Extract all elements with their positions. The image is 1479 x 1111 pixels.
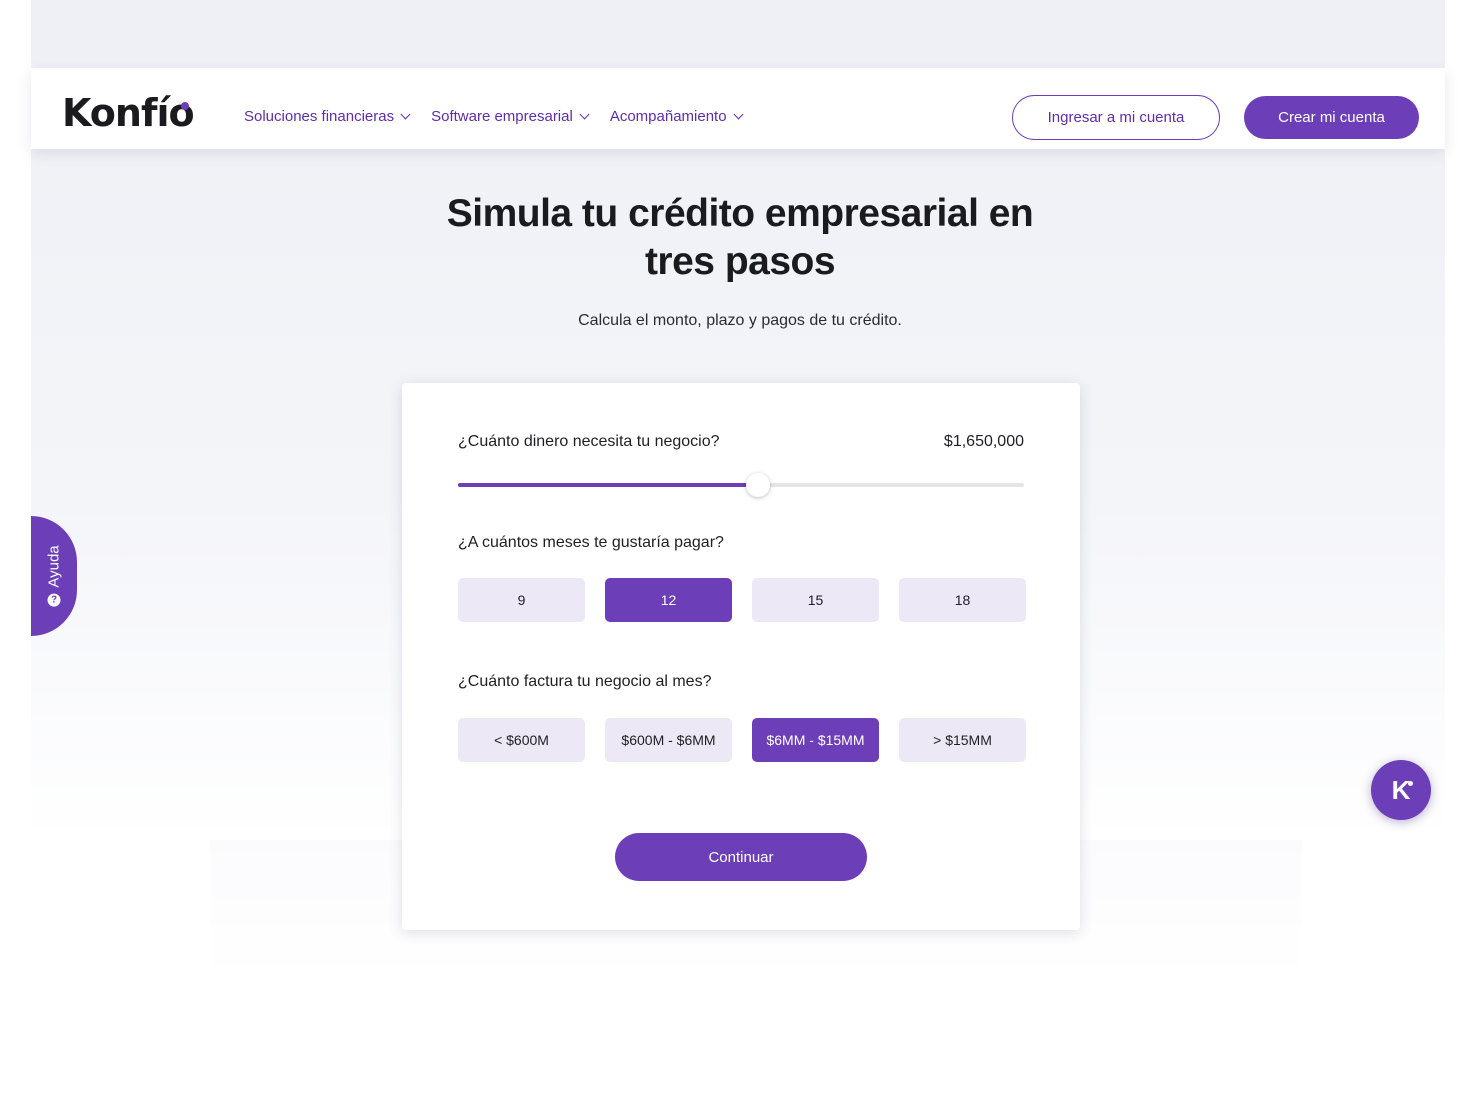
chevron-down-icon xyxy=(733,109,744,120)
nav-label: Soluciones financieras xyxy=(244,108,395,125)
amount-value: $1,650,000 xyxy=(943,433,1024,450)
question-icon: ? xyxy=(47,593,61,607)
revenue-option-6mm-15mm[interactable]: $6MM - $15MM xyxy=(752,718,879,762)
nav-soluciones-financieras[interactable]: Soluciones financieras xyxy=(244,108,411,125)
months-option-12[interactable]: 12 xyxy=(605,578,732,622)
nav-acompanamiento[interactable]: Acompañamiento xyxy=(609,108,744,125)
login-button[interactable]: Ingresar a mi cuenta xyxy=(1012,95,1220,140)
chat-button[interactable]: K xyxy=(1371,760,1431,820)
revenue-options: < $600M $600M - $6MM $6MM - $15MM > $15M… xyxy=(458,718,1026,762)
top-navbar: Konfío Soluciones financieras Software e… xyxy=(31,68,1445,149)
help-label-wrap: ? Ayuda xyxy=(45,545,63,607)
slider-thumb[interactable] xyxy=(745,473,770,497)
continue-button[interactable]: Continuar xyxy=(615,833,867,881)
amount-slider[interactable] xyxy=(458,473,1024,497)
amount-question: ¿Cuánto dinero necesita tu negocio? xyxy=(458,433,720,450)
logo-dot xyxy=(181,102,189,110)
months-question: ¿A cuántos meses te gustaría pagar? xyxy=(458,534,724,551)
slider-fill xyxy=(458,483,758,487)
main-nav: Soluciones financieras Software empresar… xyxy=(244,108,744,125)
konfio-logo[interactable]: Konfío xyxy=(62,94,195,132)
signup-button[interactable]: Crear mi cuenta xyxy=(1244,96,1419,139)
page-subtitle: Calcula el monto, plazo y pagos de tu cr… xyxy=(578,312,902,329)
konfio-k-icon: K xyxy=(1391,774,1411,805)
months-option-9[interactable]: 9 xyxy=(458,578,585,622)
months-option-15[interactable]: 15 xyxy=(752,578,879,622)
months-option-18[interactable]: 18 xyxy=(899,578,1026,622)
page-title: Simula tu crédito empresarial en tres pa… xyxy=(446,192,1034,283)
revenue-option-600m-6mm[interactable]: $600M - $6MM xyxy=(605,718,732,762)
nav-label: Software empresarial xyxy=(431,108,573,125)
chevron-down-icon xyxy=(579,109,590,120)
chevron-down-icon xyxy=(400,109,411,120)
months-options: 9 12 15 18 xyxy=(458,578,1026,622)
revenue-option-over-15mm[interactable]: > $15MM xyxy=(899,718,1026,762)
nav-label: Acompañamiento xyxy=(609,108,727,125)
revenue-question: ¿Cuánto factura tu negocio al mes? xyxy=(458,673,712,690)
credit-simulator-card: ¿Cuánto dinero necesita tu negocio? $1,6… xyxy=(402,383,1080,930)
help-label: Ayuda xyxy=(45,545,63,588)
nav-software-empresarial[interactable]: Software empresarial xyxy=(431,108,590,125)
k-dot xyxy=(1408,781,1413,786)
revenue-option-under-600m[interactable]: < $600M xyxy=(458,718,585,762)
